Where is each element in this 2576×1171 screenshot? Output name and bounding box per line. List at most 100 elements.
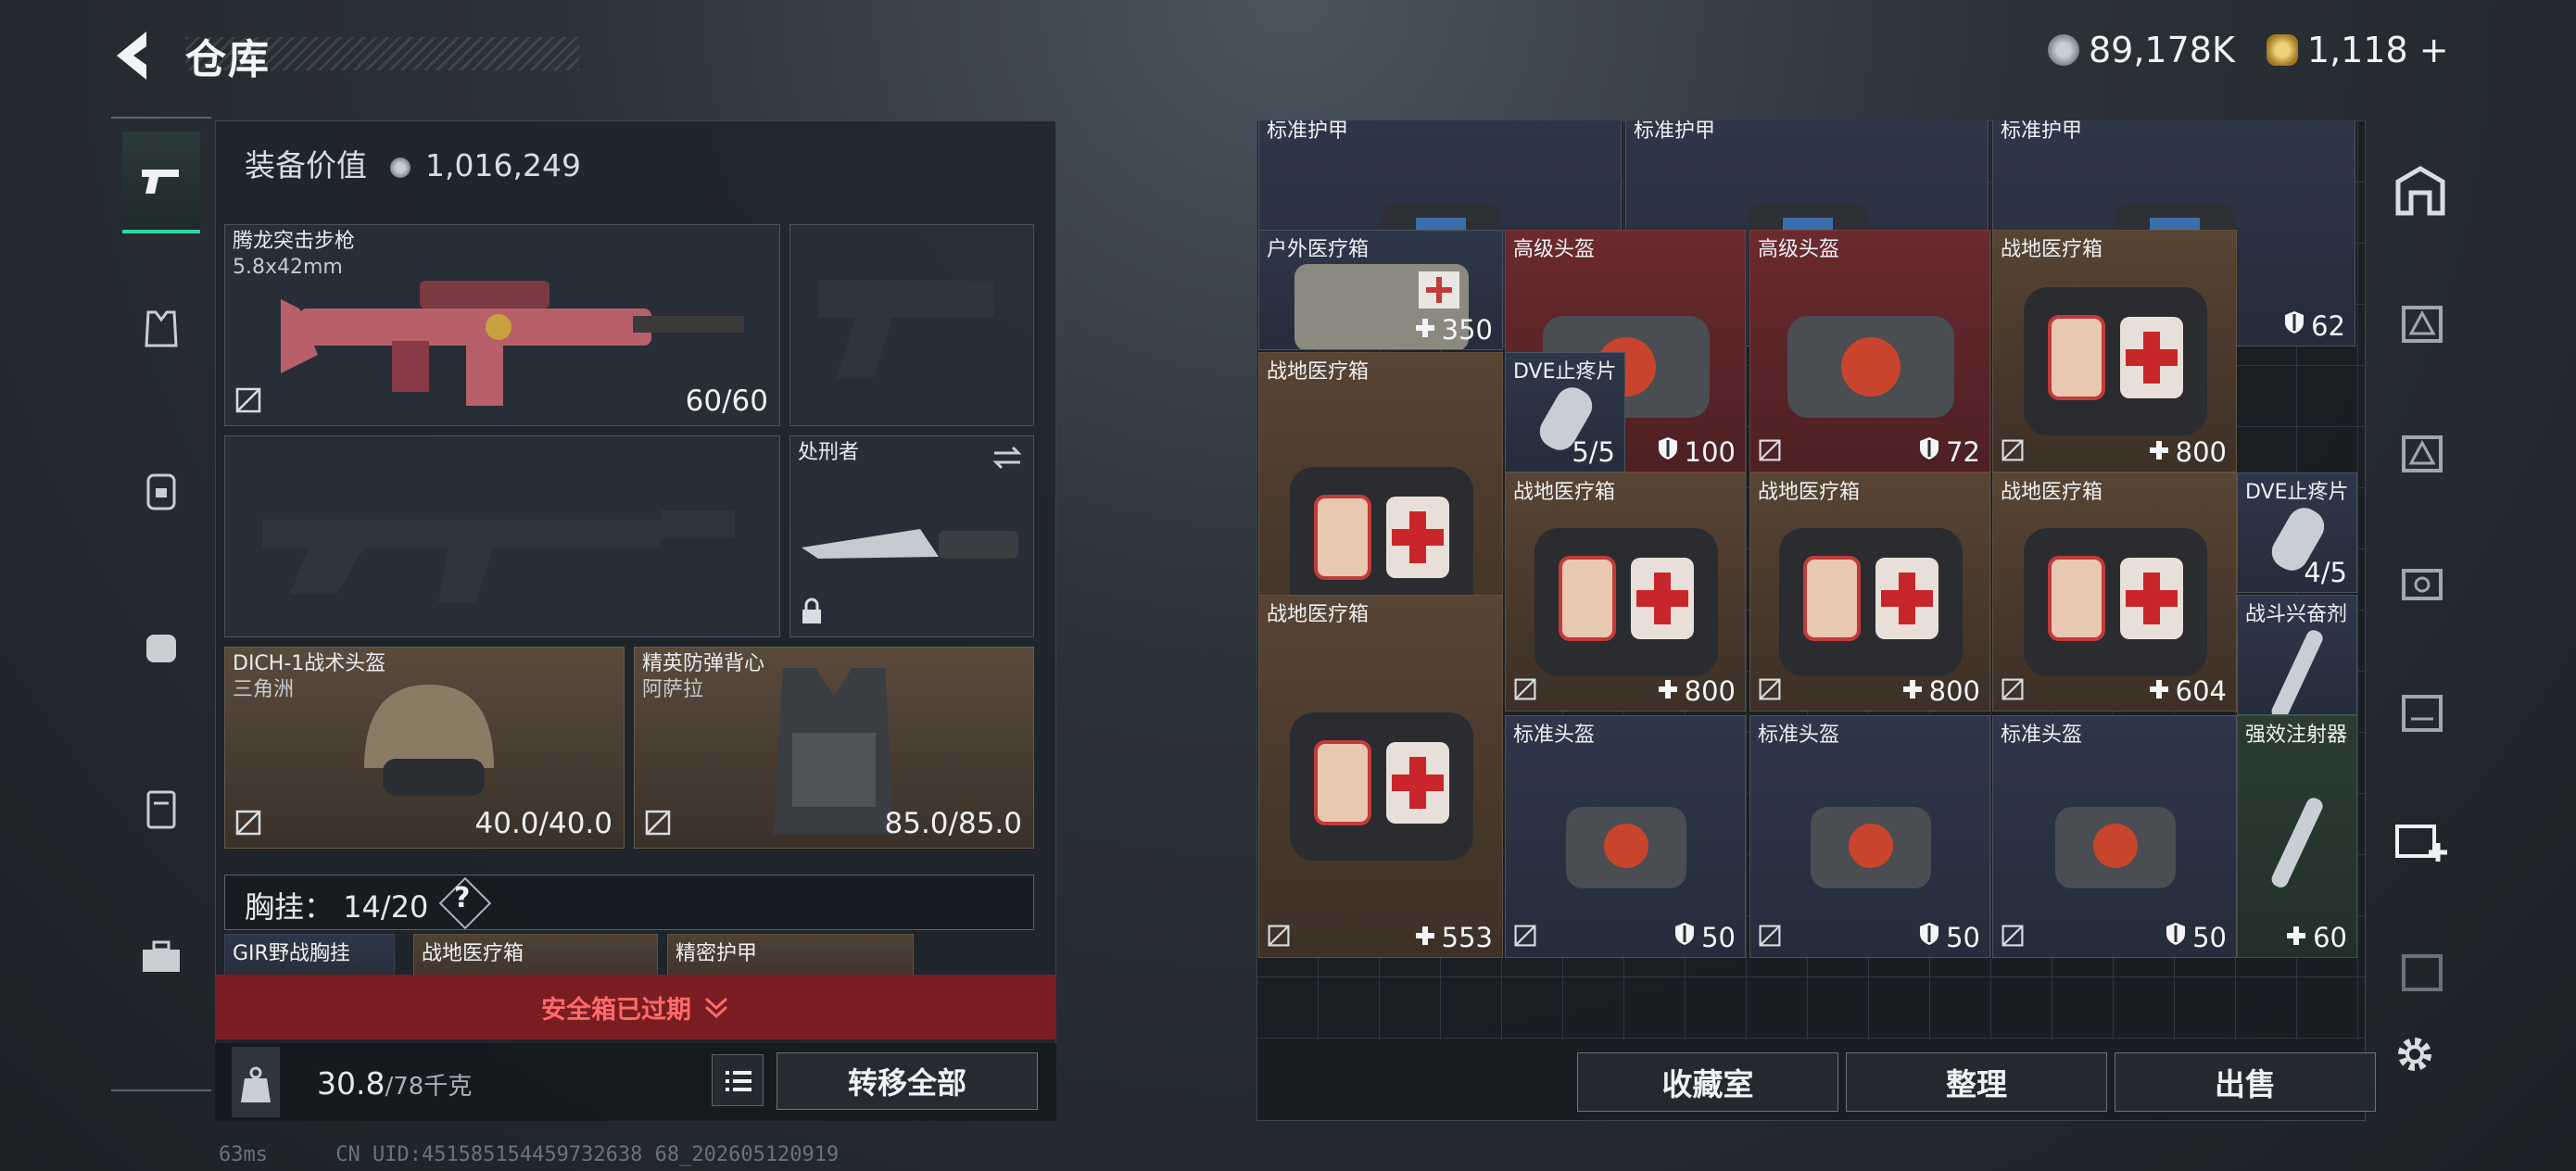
item-value-text: 50 (2192, 921, 2227, 953)
pistol-icon (142, 170, 179, 194)
sell-button[interactable]: 出售 (2115, 1052, 2376, 1112)
heal-icon (2149, 441, 2168, 460)
storage-item[interactable]: 战地医疗箱 800 (1749, 472, 1990, 711)
storage-item[interactable]: DVE止疼片 4/5 (2237, 472, 2357, 593)
coin-value: 89,178K (2089, 30, 2235, 70)
chevron-down-icon (704, 997, 728, 1019)
heal-icon (1657, 675, 1679, 707)
item-image (1529, 515, 1724, 686)
tab-storage-4b[interactable] (2387, 936, 2454, 1002)
heal-icon (2287, 926, 2306, 945)
primary-weapon-slot[interactable]: 腾龙突击步枪 5.8x42mm 60/60 (224, 224, 780, 426)
nav-armor[interactable] (122, 278, 200, 380)
rifle-silhouette-icon (262, 510, 735, 603)
item-image (1801, 792, 1940, 898)
weight-value: 30.8/78千克 (317, 1065, 472, 1102)
nav-weapons[interactable] (122, 132, 200, 233)
item-image (2018, 274, 2213, 445)
storage-expansion-icon (2402, 954, 2443, 991)
storage-item[interactable]: 战斗兴奋剂 (2237, 595, 2357, 715)
item-name: 标准护甲 (1634, 120, 1716, 143)
secondary-weapon-slot[interactable] (224, 435, 780, 637)
pistol-slot[interactable] (789, 224, 1034, 426)
item-name: 标准头盔 (1758, 724, 1840, 747)
tab-storage-add[interactable] (2387, 806, 2454, 873)
lock-icon (800, 598, 824, 629)
helmet-slot[interactable]: DICH-1战术头盔 三角洲 40.0/40.0 (224, 647, 625, 849)
storage-item[interactable]: 户外医疗箱 350 (1258, 230, 1503, 350)
armor-slot[interactable]: 精英防弹背心 阿萨拉 85.0/85.0 (634, 647, 1034, 849)
storage-item[interactable]: 标准头盔 50 (1992, 715, 2237, 958)
item-value-text: 4/5 (2304, 557, 2347, 588)
item-value: 50 (2165, 921, 2227, 953)
storage-item[interactable]: 战地医疗箱 800 (1505, 472, 1746, 711)
storage-item[interactable]: 标准头盔 50 (1749, 715, 1990, 958)
pistol-silhouette-icon (818, 281, 994, 378)
token-balance[interactable]: 1,118 + (2266, 30, 2449, 70)
sort-button[interactable]: 整理 (1846, 1052, 2107, 1112)
tab-storage-main[interactable] (2387, 157, 2454, 224)
item-name: 标准头盔 (1513, 724, 1596, 747)
item-name: 强效注射器 (2245, 724, 2348, 747)
weight-icon (232, 1047, 280, 1117)
collection-room-button[interactable]: 收藏室 (1577, 1052, 1838, 1112)
melee-slot[interactable]: 处刑者 (789, 435, 1034, 637)
swap-icon[interactable] (991, 444, 1024, 472)
category-sidebar (111, 117, 211, 1091)
add-token-button[interactable]: + (2419, 30, 2449, 70)
shield-icon (2166, 923, 2186, 945)
nav-bag[interactable] (122, 595, 200, 697)
chest-rig-label: 胸挂： 14/20 (245, 884, 428, 926)
heal-icon (1902, 680, 1922, 699)
storage-item[interactable]: 战地医疗箱 553 (1258, 595, 1503, 958)
safe-box-expired-banner[interactable]: 安全箱已过期 (215, 975, 1056, 1039)
tab-storage-3b[interactable] (2387, 417, 2454, 484)
rig-item-name: 精密护甲 (676, 942, 758, 965)
armor-origin: 阿萨拉 (642, 678, 704, 701)
storage-item[interactable]: 战地医疗箱 800 (1992, 230, 2237, 472)
unlocked-icon (234, 386, 262, 418)
item-image (1557, 792, 1696, 898)
item-value: 50 (1673, 921, 1736, 953)
item-value-text: 604 (2175, 675, 2227, 707)
transfer-all-button[interactable]: 转移全部 (777, 1052, 1038, 1110)
help-icon-mark: ? (454, 882, 471, 914)
nav-backpack[interactable] (122, 439, 200, 541)
storage-item[interactable]: 强效注射器 60 (2237, 715, 2357, 958)
ping-value: 63ms (219, 1143, 268, 1166)
unlocked-icon (644, 809, 672, 840)
token-icon (2266, 34, 2298, 66)
rig-item-name: GIR野战胸挂 (233, 942, 350, 965)
storage-item[interactable]: 高级头盔 72 (1749, 230, 1990, 472)
storage-expansion-icon (2402, 695, 2443, 732)
storage-item[interactable]: DVE止疼片 5/5 (1505, 352, 1625, 472)
chest-rig-title: 胸挂： (245, 889, 335, 925)
chest-rig-capacity: 14/20 (343, 889, 429, 925)
armor-durability: 85.0/85.0 (884, 807, 1023, 840)
tab-storage-3a[interactable] (2387, 287, 2454, 354)
storage-expansion-icon (2402, 569, 2443, 600)
list-icon (726, 1071, 751, 1091)
storage-item[interactable]: 战地医疗箱 604 (1992, 472, 2237, 711)
shield-icon (1657, 435, 1679, 468)
nav-toolbox[interactable] (122, 906, 200, 1008)
nav-case[interactable] (122, 758, 200, 860)
tab-storage-4a[interactable] (2387, 676, 2454, 743)
back-button[interactable] (109, 28, 158, 83)
list-view-button[interactable] (712, 1054, 764, 1106)
item-value: 62 (2283, 309, 2345, 342)
item-image (2261, 620, 2335, 714)
knife-image (802, 529, 1018, 559)
shield-icon (1675, 923, 1695, 945)
item-value: 5/5 (1566, 436, 1615, 468)
storage-item[interactable]: 标准头盔 50 (1505, 715, 1746, 958)
settings-button[interactable] (2391, 1030, 2439, 1082)
item-value-text: 50 (1701, 921, 1736, 953)
heal-icon (1415, 319, 1434, 337)
item-value-text: 800 (2175, 436, 2227, 468)
item-value-text: 60 (2313, 922, 2347, 953)
item-name: 户外医疗箱 (1267, 238, 1370, 261)
item-value-text: 800 (1684, 675, 1736, 707)
tab-storage-5[interactable] (2387, 547, 2454, 613)
unlocked-icon (1514, 678, 1536, 700)
